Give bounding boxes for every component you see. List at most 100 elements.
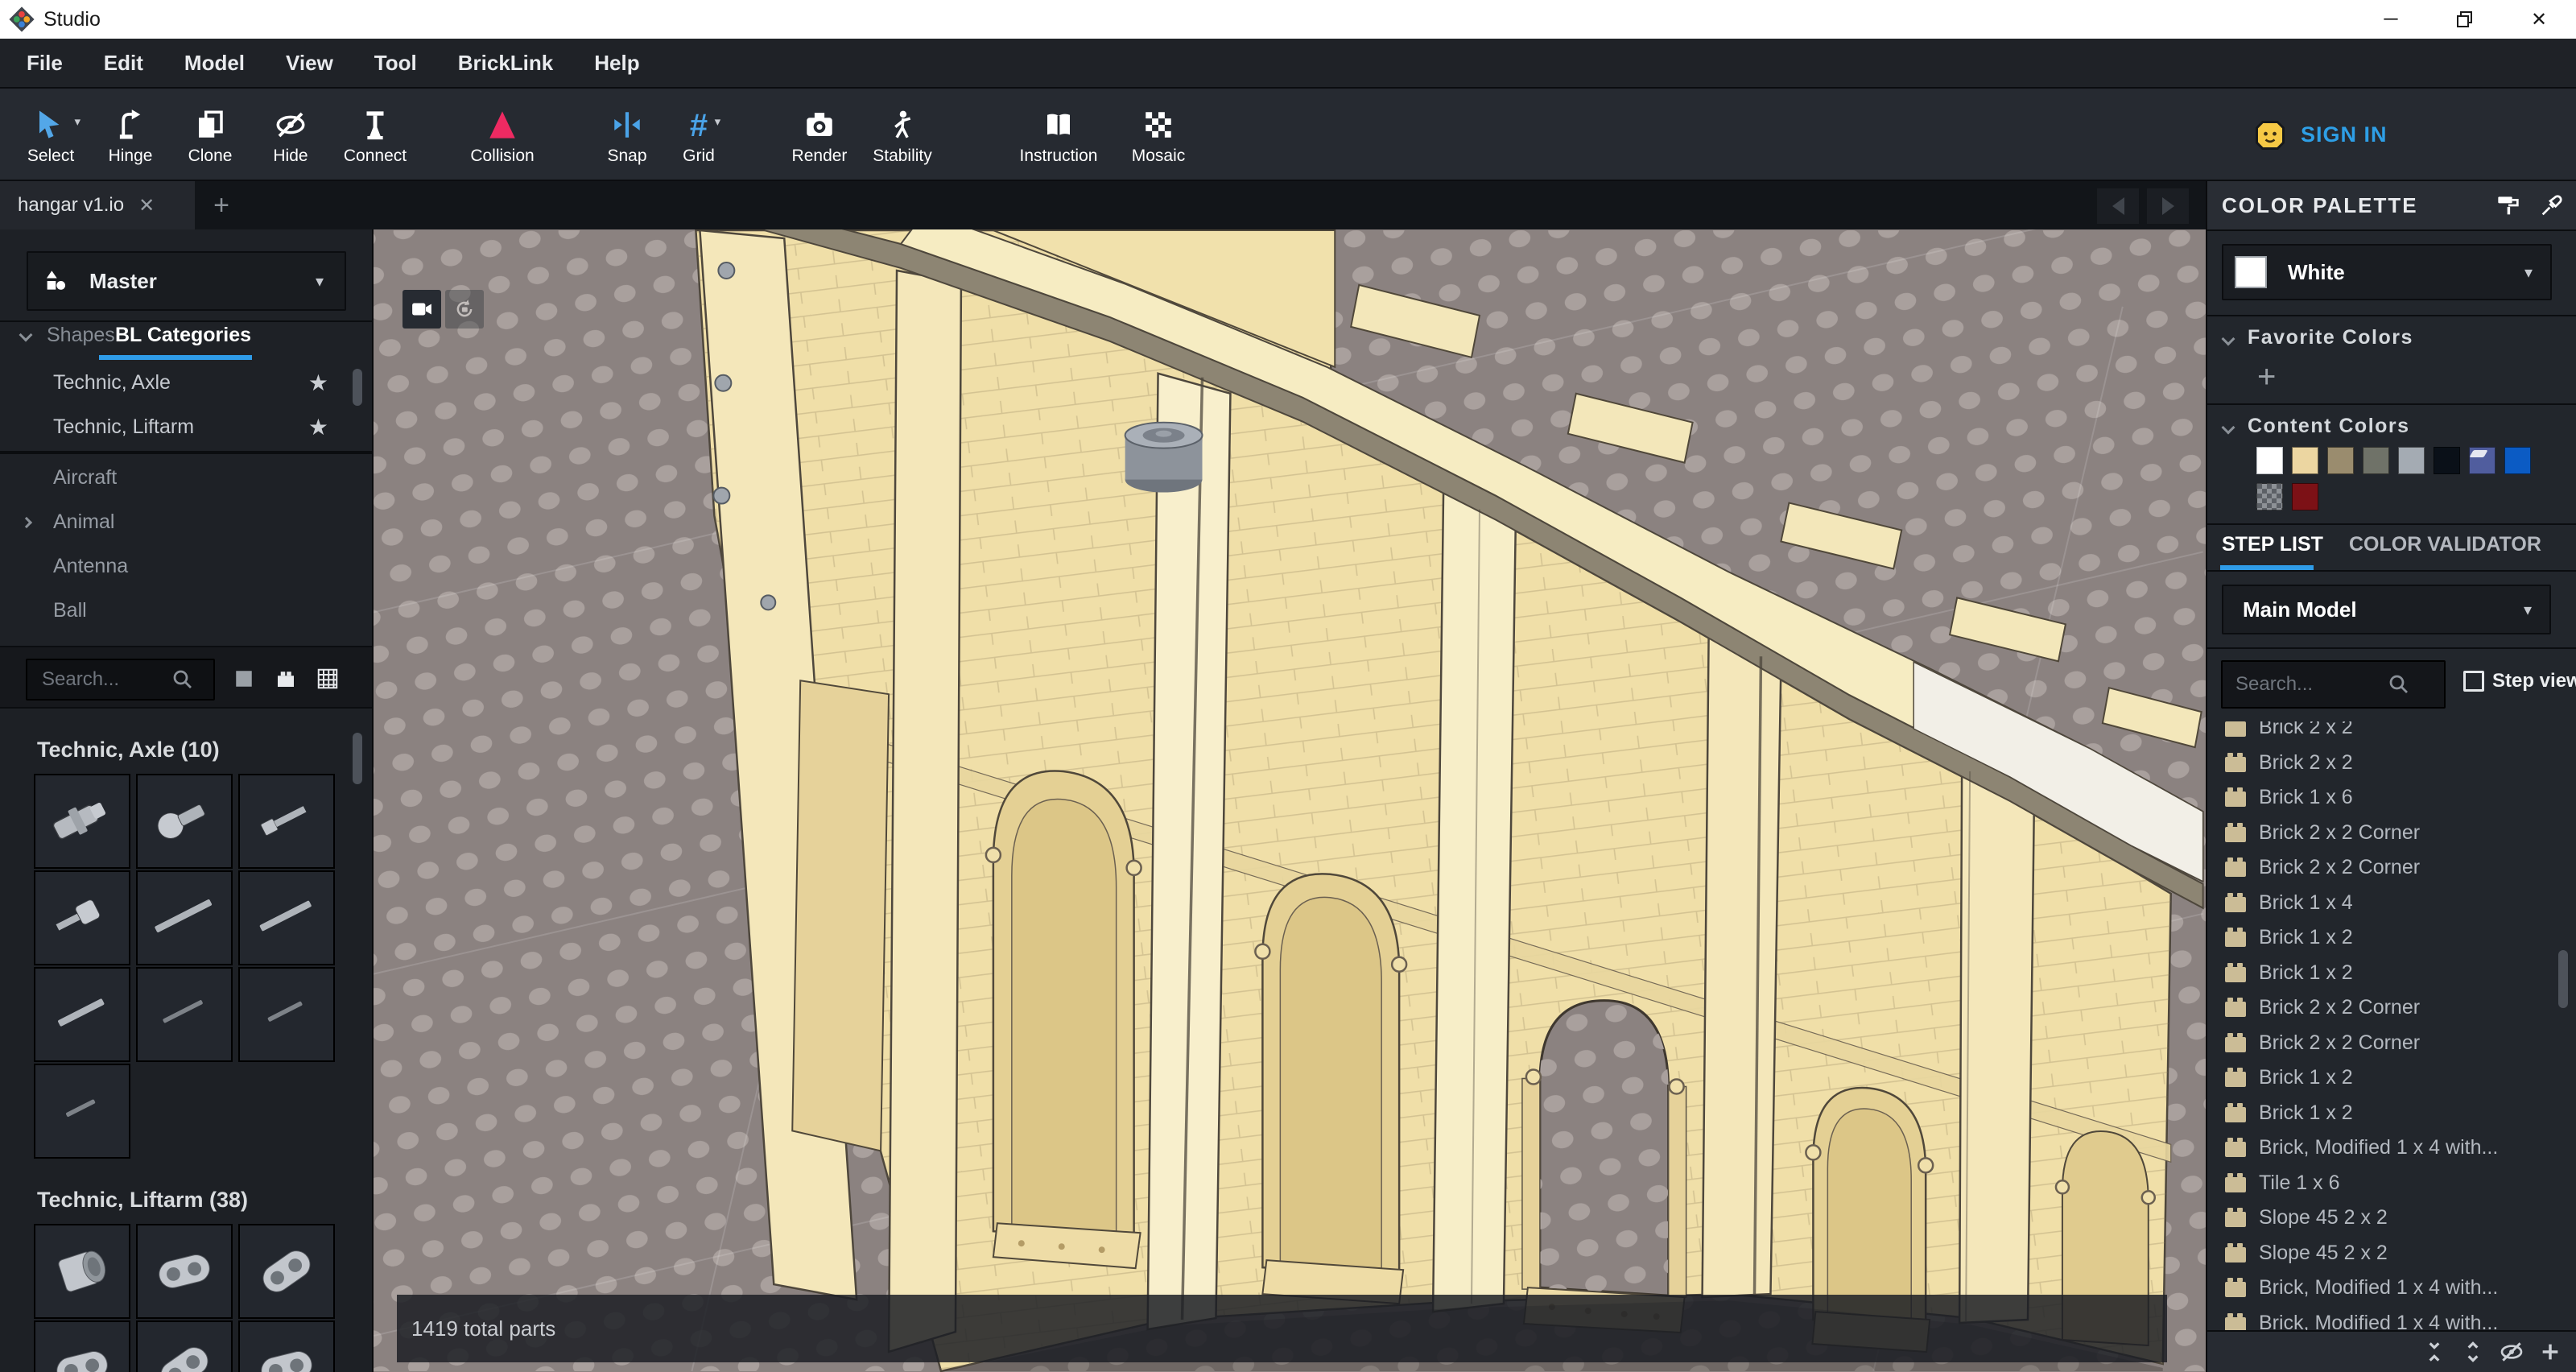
- part-thumbnail[interactable]: [238, 1224, 335, 1319]
- expand-chevron-icon[interactable]: [21, 516, 32, 527]
- close-button[interactable]: ✕: [2502, 0, 2576, 39]
- part-thumbnail[interactable]: [136, 870, 233, 965]
- menu-help[interactable]: Help: [594, 51, 639, 76]
- grid-view-toggle[interactable]: [316, 665, 340, 692]
- part-thumbnail[interactable]: [238, 967, 335, 1062]
- step-prev-button[interactable]: [2097, 188, 2139, 224]
- content-color-swatch[interactable]: [2256, 447, 2283, 474]
- content-color-swatch[interactable]: [2398, 447, 2425, 474]
- category-item-antenna[interactable]: Antenna: [0, 544, 374, 589]
- eyedropper-icon[interactable]: [2539, 192, 2565, 218]
- add-favorite-color-button[interactable]: +: [2257, 365, 2276, 389]
- content-color-swatch[interactable]: [2434, 447, 2460, 474]
- hide-parts-icon[interactable]: [2499, 1339, 2524, 1365]
- model-selector-dropdown[interactable]: Master ▾: [27, 251, 346, 311]
- collapse-chevron-icon[interactable]: [2222, 333, 2235, 346]
- brick-view-toggle[interactable]: [274, 665, 298, 692]
- step-list-item[interactable]: Brick, Modified 1 x 4 with...: [2207, 1130, 2576, 1166]
- step-list-item[interactable]: Brick 2 x 2 Corner: [2207, 990, 2576, 1026]
- part-thumbnail[interactable]: [136, 1224, 233, 1319]
- document-tab[interactable]: hangar v1.io ✕: [0, 181, 195, 229]
- content-color-swatch[interactable]: [2469, 447, 2496, 474]
- step-list-item[interactable]: Brick 1 x 2: [2207, 956, 2576, 991]
- category-item-aircraft[interactable]: Aircraft: [0, 456, 374, 500]
- content-color-swatch[interactable]: [2292, 483, 2318, 510]
- step-list-item[interactable]: Brick 2 x 2: [2207, 746, 2576, 781]
- category-scrollbar[interactable]: [353, 369, 362, 406]
- step-list-item[interactable]: Brick 2 x 2: [2207, 721, 2576, 746]
- current-color-dropdown[interactable]: White ▾: [2222, 244, 2552, 300]
- expand-all-icon[interactable]: [2460, 1339, 2486, 1365]
- step-list-item[interactable]: Brick 1 x 6: [2207, 780, 2576, 816]
- mosaic-tool-button[interactable]: Mosaic: [1108, 97, 1208, 177]
- part-thumbnail[interactable]: [34, 1064, 130, 1159]
- step-list-item[interactable]: Brick 1 x 2: [2207, 1060, 2576, 1096]
- menu-bricklink[interactable]: BrickLink: [458, 51, 554, 76]
- step-list-item[interactable]: Tile 1 x 6: [2207, 1166, 2576, 1201]
- collapse-chevron-icon[interactable]: [2222, 421, 2235, 435]
- minimize-button[interactable]: ─: [2354, 0, 2428, 39]
- star-icon[interactable]: ★: [308, 370, 328, 396]
- part-thumbnail[interactable]: [136, 774, 233, 869]
- grid-tool-button[interactable]: #▾Grid: [649, 97, 749, 177]
- step-list-item[interactable]: Brick 1 x 2: [2207, 1096, 2576, 1131]
- step-list-item[interactable]: Brick 2 x 2 Corner: [2207, 850, 2576, 886]
- connect-tool-button[interactable]: Connect: [325, 97, 425, 177]
- collapse-chevron-icon[interactable]: [19, 329, 33, 342]
- part-thumbnail[interactable]: [34, 967, 130, 1062]
- part-thumbnail[interactable]: [34, 774, 130, 869]
- category-item-ball[interactable]: Ball: [0, 589, 374, 633]
- step-view-checkbox[interactable]: [2463, 671, 2484, 692]
- stability-tool-button[interactable]: Stability: [852, 97, 952, 177]
- content-color-swatch[interactable]: [2256, 483, 2283, 510]
- star-icon[interactable]: ★: [308, 414, 328, 440]
- step-list-item[interactable]: Brick 2 x 2 Corner: [2207, 1026, 2576, 1061]
- part-thumbnail[interactable]: [34, 1224, 130, 1319]
- solid-view-toggle[interactable]: [232, 665, 256, 692]
- parts-search[interactable]: [26, 659, 215, 700]
- step-list-scrollbar[interactable]: [2558, 950, 2568, 1008]
- sign-in-button[interactable]: SIGN IN: [2252, 89, 2388, 181]
- restore-button[interactable]: [2428, 0, 2502, 39]
- step-list-item[interactable]: Brick 1 x 2: [2207, 920, 2576, 956]
- menu-tool[interactable]: Tool: [374, 51, 417, 76]
- step-list-item[interactable]: Brick, Modified 1 x 4 with...: [2207, 1306, 2576, 1331]
- step-list-item[interactable]: Brick, Modified 1 x 4 with...: [2207, 1271, 2576, 1306]
- instruction-tool-button[interactable]: Instruction: [1009, 97, 1108, 177]
- tab-step-list[interactable]: STEP LIST: [2222, 533, 2323, 556]
- collapse-all-icon[interactable]: [2421, 1339, 2447, 1365]
- menu-edit[interactable]: Edit: [104, 51, 143, 76]
- part-thumbnail[interactable]: [238, 1320, 335, 1372]
- menu-view[interactable]: View: [286, 51, 333, 76]
- tab-color-validator[interactable]: COLOR VALIDATOR: [2349, 533, 2541, 556]
- tab-close-icon[interactable]: ✕: [138, 194, 155, 217]
- add-step-icon[interactable]: [2537, 1339, 2563, 1365]
- tab-shapes[interactable]: Shapes: [47, 324, 115, 347]
- rotation-lock-button[interactable]: [445, 290, 484, 329]
- collision-tool-button[interactable]: Collision: [452, 97, 552, 177]
- step-model-dropdown[interactable]: Main Model ▾: [2222, 585, 2551, 634]
- menu-file[interactable]: File: [27, 51, 63, 76]
- step-list-item[interactable]: Brick 1 x 4: [2207, 886, 2576, 921]
- favorite-category-item[interactable]: Technic, Axle★: [0, 361, 374, 405]
- part-thumbnail[interactable]: [136, 967, 233, 1062]
- camera-view-button[interactable]: [402, 290, 441, 329]
- part-thumbnail[interactable]: [238, 774, 335, 869]
- paint-roller-icon[interactable]: [2496, 192, 2521, 218]
- favorite-category-item[interactable]: Technic, Liftarm★: [0, 405, 374, 449]
- content-color-swatch[interactable]: [2292, 447, 2318, 474]
- category-item-animal[interactable]: Animal: [0, 500, 374, 544]
- part-thumbnail[interactable]: [238, 870, 335, 965]
- part-thumbnail[interactable]: [34, 870, 130, 965]
- step-next-button[interactable]: [2147, 188, 2189, 224]
- step-list-item[interactable]: Brick 2 x 2 Corner: [2207, 816, 2576, 851]
- tab-bl-categories[interactable]: BL Categories: [115, 324, 251, 347]
- part-thumbnail[interactable]: [136, 1320, 233, 1372]
- parts-scrollbar[interactable]: [353, 733, 362, 784]
- step-list-item[interactable]: Slope 45 2 x 2: [2207, 1200, 2576, 1236]
- new-tab-button[interactable]: +: [203, 181, 240, 229]
- menu-model[interactable]: Model: [184, 51, 245, 76]
- part-thumbnail[interactable]: [34, 1320, 130, 1372]
- step-search[interactable]: [2221, 660, 2446, 709]
- content-color-swatch[interactable]: [2504, 447, 2531, 474]
